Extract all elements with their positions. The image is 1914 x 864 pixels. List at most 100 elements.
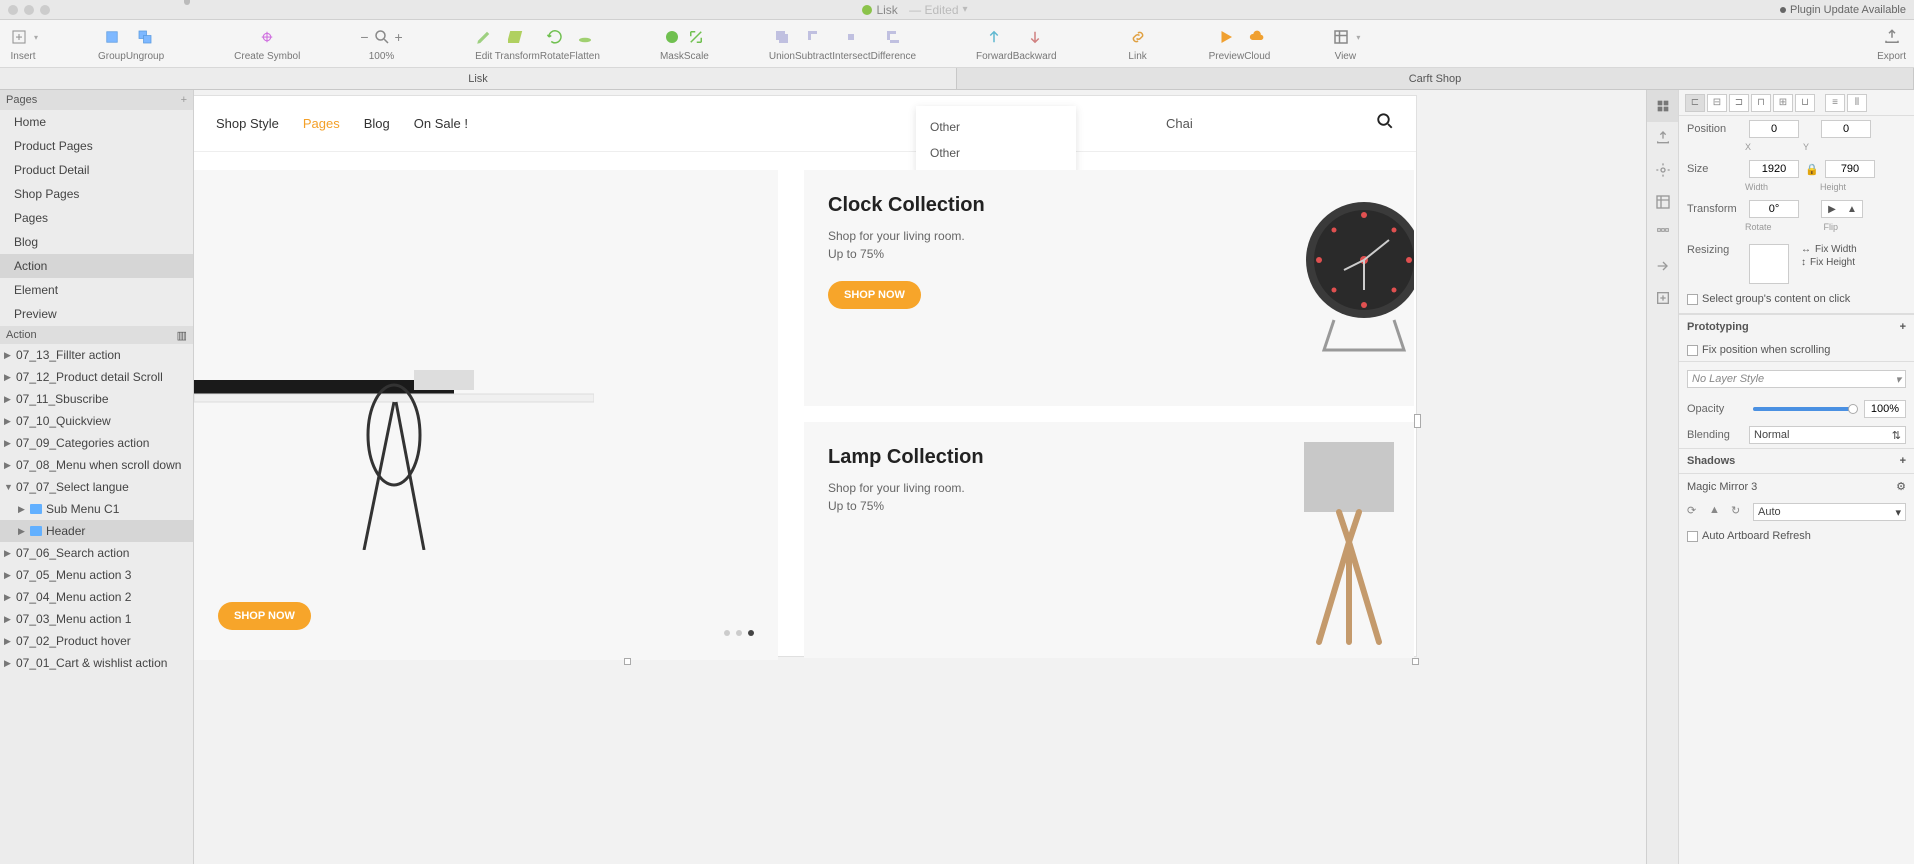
add-shadow-button[interactable]: + <box>1900 455 1906 467</box>
layer-row[interactable]: ▶07_09_Categories action <box>0 432 193 454</box>
layer-row[interactable]: ▶07_10_Quickview <box>0 410 193 432</box>
search-icon[interactable] <box>1376 112 1394 135</box>
fix-height-button[interactable]: ↕ Fix Height <box>1801 257 1857 268</box>
layer-row[interactable]: ▶07_11_Sbuscribe <box>0 388 193 410</box>
page-item[interactable]: Preview <box>0 302 193 326</box>
traffic-lights[interactable] <box>8 5 50 15</box>
forward-tool[interactable]: Forward <box>976 25 1013 62</box>
view-tool[interactable]: ▾View <box>1330 25 1360 62</box>
distribute-v-button[interactable]: ⫴ <box>1847 94 1867 112</box>
blending-select[interactable]: Normal⇅ <box>1749 426 1906 444</box>
inspector-tab-style[interactable] <box>1647 90 1678 122</box>
mm-rotate-icon[interactable]: ↻ <box>1731 504 1747 520</box>
align-top-button[interactable]: ⊓ <box>1751 94 1771 112</box>
dropdown-option[interactable]: Other <box>916 140 1076 166</box>
position-y-input[interactable] <box>1821 120 1871 138</box>
mm-mode-select[interactable]: Auto▾ <box>1753 503 1906 521</box>
selection-handle[interactable] <box>1412 658 1419 665</box>
distribute-h-button[interactable]: ≡ <box>1825 94 1845 112</box>
inspector-tab-add[interactable] <box>1647 282 1678 314</box>
width-input[interactable] <box>1749 160 1799 178</box>
position-x-input[interactable] <box>1749 120 1799 138</box>
link-tool[interactable]: Link <box>1127 25 1149 62</box>
nav-onsale[interactable]: On Sale ! <box>414 116 468 131</box>
align-hcenter-button[interactable]: ⊟ <box>1707 94 1727 112</box>
page-item[interactable]: Shop Pages <box>0 182 193 206</box>
insert-tool[interactable]: ▾ Insert <box>8 25 38 62</box>
inspector-tab-prototype[interactable] <box>1647 250 1678 282</box>
flatten-tool[interactable]: Flatten <box>569 25 600 62</box>
cloud-tool[interactable]: Cloud <box>1244 25 1270 62</box>
page-item[interactable]: Product Detail <box>0 158 193 182</box>
height-input[interactable] <box>1825 160 1875 178</box>
mm-refresh-icon[interactable]: ⟳ <box>1687 504 1703 520</box>
group-tool[interactable]: Group <box>98 25 126 62</box>
layer-row[interactable]: ▶07_12_Product detail Scroll <box>0 366 193 388</box>
page-item-active[interactable]: Action <box>0 254 193 278</box>
dropdown-option[interactable]: Other <box>916 114 1076 140</box>
edit-tool[interactable]: Edit <box>473 25 495 62</box>
flip-v-button[interactable]: ▲ <box>1842 201 1862 217</box>
inspector-tab-settings[interactable] <box>1647 154 1678 186</box>
nav-pages[interactable]: Pages <box>303 116 340 131</box>
add-prototype-button[interactable]: + <box>1900 321 1906 333</box>
fix-scroll-checkbox[interactable] <box>1687 345 1698 356</box>
align-vcenter-button[interactable]: ⊞ <box>1773 94 1793 112</box>
search-input[interactable] <box>1166 116 1206 131</box>
doc-tab-lisk[interactable]: Lisk <box>0 68 957 89</box>
doc-tab-carft[interactable]: Carft Shop <box>957 68 1914 89</box>
flip-h-button[interactable]: ▶ <box>1822 201 1842 217</box>
difference-tool[interactable]: Difference <box>871 25 916 62</box>
layer-row[interactable]: ▶07_01_Cart & wishlist action <box>0 652 193 674</box>
page-item[interactable]: Pages <box>0 206 193 230</box>
lock-aspect-icon[interactable]: 🔒 <box>1805 163 1819 176</box>
transform-tool[interactable]: Transform <box>495 25 540 62</box>
subtract-tool[interactable]: Subtract <box>795 25 832 62</box>
select-contents-checkbox[interactable] <box>1687 294 1698 305</box>
layer-row-selected[interactable]: ▶Header <box>0 520 193 542</box>
shop-now-button[interactable]: SHOP NOW <box>828 281 921 309</box>
layer-row[interactable]: ▶07_06_Search action <box>0 542 193 564</box>
inspector-tab-export[interactable] <box>1647 122 1678 154</box>
page-item[interactable]: Product Pages <box>0 134 193 158</box>
preview-tool[interactable]: Preview <box>1209 25 1245 62</box>
align-left-button[interactable]: ⊏ <box>1685 94 1705 112</box>
align-bottom-button[interactable]: ⊔ <box>1795 94 1815 112</box>
export-tool[interactable]: Export <box>1877 25 1906 62</box>
layer-row[interactable]: ▶07_04_Menu action 2 <box>0 586 193 608</box>
inspector-tab-layout[interactable] <box>1647 186 1678 218</box>
layer-row[interactable]: ▶07_02_Product hover <box>0 630 193 652</box>
layer-row-expanded[interactable]: ▼07_07_Select langue <box>0 476 193 498</box>
mm-flip-icon[interactable]: ▲ <box>1709 504 1725 520</box>
backward-tool[interactable]: Backward <box>1013 25 1057 62</box>
pin-widget[interactable] <box>1749 244 1789 284</box>
plugin-update-badge[interactable]: Plugin Update Available <box>1780 4 1906 16</box>
zoom-tool[interactable]: −+100% <box>360 25 402 62</box>
page-item[interactable]: Element <box>0 278 193 302</box>
align-right-button[interactable]: ⊐ <box>1729 94 1749 112</box>
layer-style-select[interactable]: No Layer Style▾ <box>1687 370 1906 388</box>
ungroup-tool[interactable]: Ungroup <box>126 25 164 62</box>
layer-row[interactable]: ▶07_08_Menu when scroll down <box>0 454 193 476</box>
nav-blog[interactable]: Blog <box>364 116 390 131</box>
slide-pager[interactable] <box>724 630 754 636</box>
dropdown-menu[interactable]: Other Other <box>916 106 1076 174</box>
add-page-button[interactable]: + <box>181 94 187 106</box>
shop-now-button[interactable]: SHOP NOW <box>218 602 311 630</box>
opacity-slider[interactable] <box>1753 407 1854 411</box>
selection-handle[interactable] <box>624 658 631 665</box>
page-item[interactable]: Home <box>0 110 193 134</box>
layer-row[interactable]: ▶07_05_Menu action 3 <box>0 564 193 586</box>
opacity-input[interactable] <box>1864 400 1906 418</box>
union-tool[interactable]: Union <box>769 25 795 62</box>
layer-row[interactable]: ▶07_13_Fillter action <box>0 344 193 366</box>
inspector-tab-grid[interactable] <box>1647 218 1678 250</box>
mask-tool[interactable]: Mask <box>660 25 684 62</box>
page-item[interactable]: Blog <box>0 230 193 254</box>
rotate-tool[interactable]: Rotate <box>540 25 569 62</box>
layer-row-child[interactable]: ▶Sub Menu C1 <box>0 498 193 520</box>
fix-width-button[interactable]: ↔ Fix Width <box>1801 244 1857 255</box>
layer-row[interactable]: ▶07_03_Menu action 1 <box>0 608 193 630</box>
magic-mirror-settings-icon[interactable]: ⚙ <box>1896 480 1906 493</box>
canvas[interactable]: Shop Style Pages Blog On Sale ! Other Ot… <box>194 90 1646 864</box>
